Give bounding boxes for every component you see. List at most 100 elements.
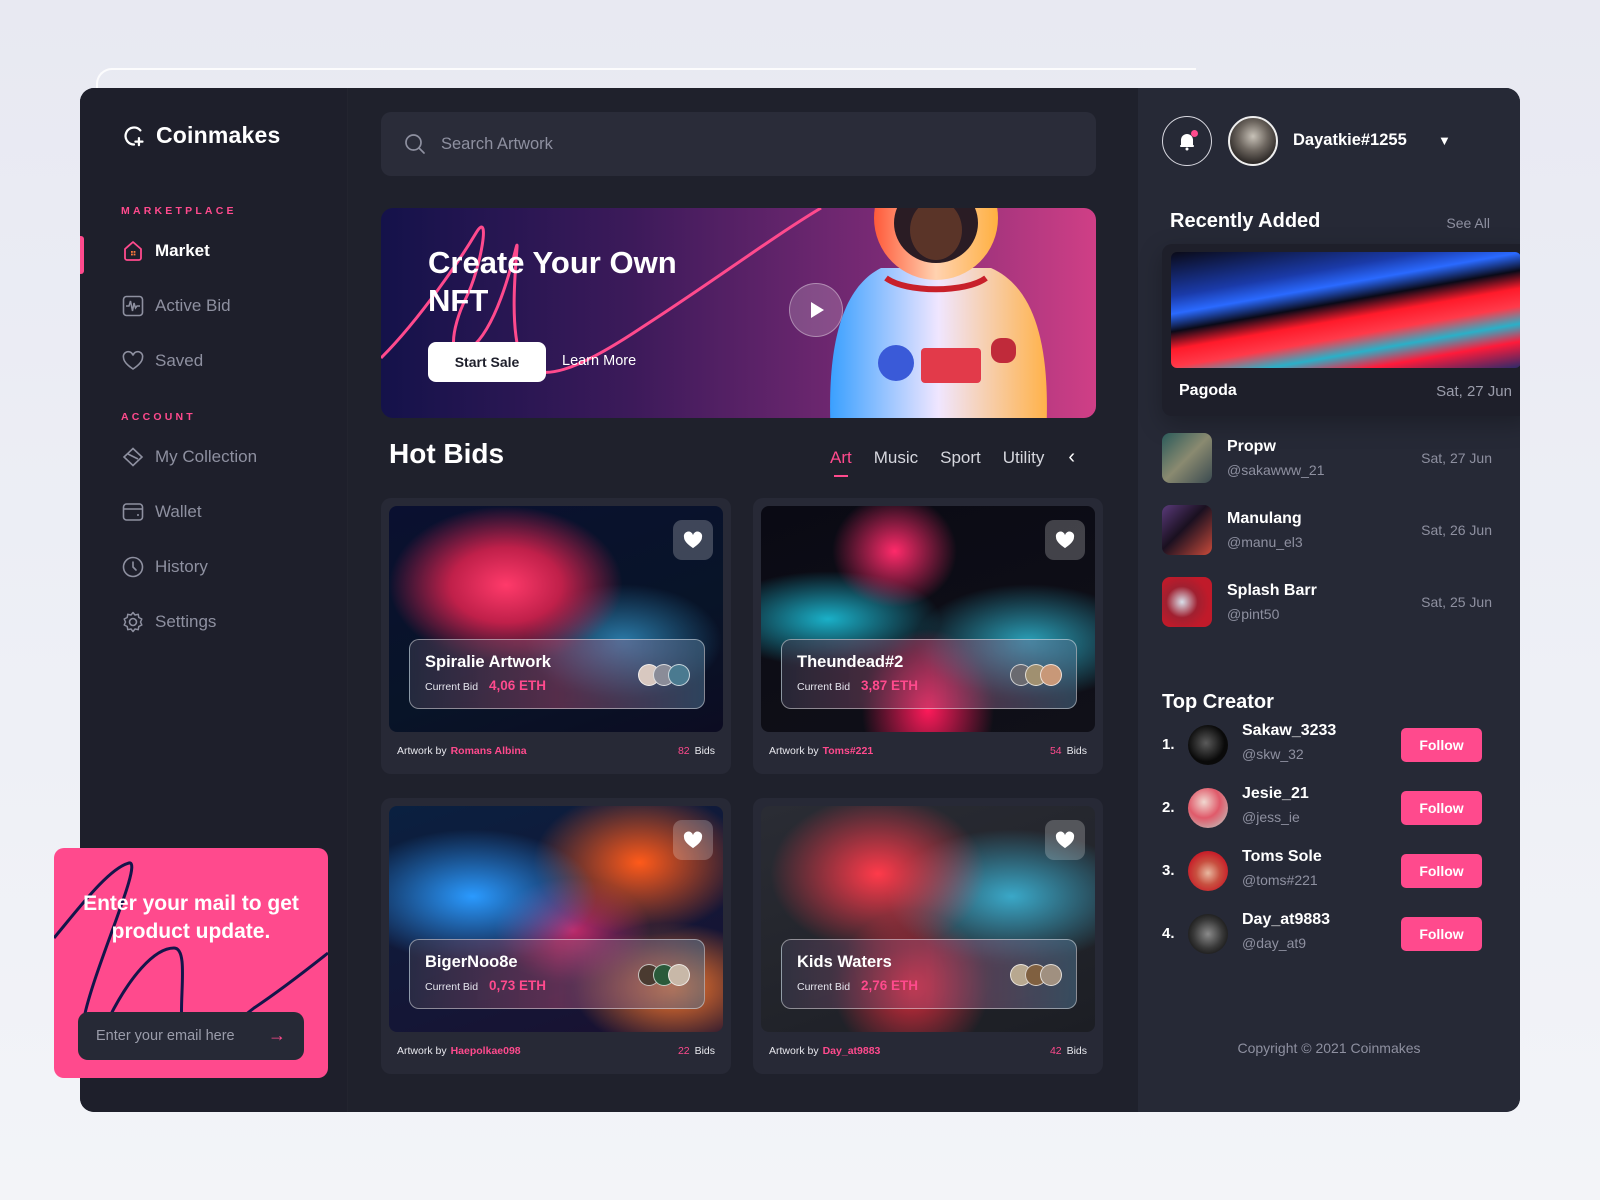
user-name[interactable]: Dayatkie#1255 (1293, 131, 1407, 150)
see-all-link[interactable]: See All (1446, 215, 1490, 231)
nft-card[interactable]: Theundead#2 Current Bid 3,87 ETH Artwork… (753, 498, 1103, 774)
follow-button[interactable]: Follow (1401, 917, 1482, 951)
sidebar-item-label: Active Bid (155, 296, 231, 315)
bid-count-value: 42 (1049, 1045, 1062, 1057)
like-button[interactable] (1045, 520, 1085, 560)
sidebar-item-market[interactable]: Market (121, 236, 210, 266)
creator-avatar[interactable] (1188, 725, 1228, 765)
creator-handle: @day_at9 (1242, 935, 1307, 951)
follow-button[interactable]: Follow (1401, 791, 1482, 825)
nft-card[interactable]: Spiralie Artwork Current Bid 4,06 ETH Ar… (381, 498, 731, 774)
category-tabs: Art Music Sport Utility ‹ (830, 446, 1075, 477)
creator-name[interactable]: Sakaw_3233 (1242, 722, 1336, 740)
artist-credit: Artwork by Haepolkae098 (397, 1045, 521, 1057)
sidebar-item-active-bid[interactable]: Active Bid (121, 291, 231, 321)
featured-artwork-image (1171, 252, 1520, 368)
creator-name[interactable]: Day_at9883 (1242, 911, 1330, 929)
added-date: Sat, 27 Jun (1421, 450, 1492, 466)
artist-credit: Artwork by Toms#221 (769, 745, 873, 757)
tab-sport[interactable]: Sport (940, 448, 981, 468)
tab-art[interactable]: Art (830, 448, 852, 477)
avatar (668, 664, 690, 686)
creator-avatar[interactable] (1188, 914, 1228, 954)
sidebar-item-my-collection[interactable]: My Collection (121, 442, 257, 472)
logo[interactable]: Coinmakes (122, 122, 281, 149)
sidebar-item-label: Settings (155, 612, 217, 631)
current-bid-label: Current Bid (797, 681, 851, 693)
artwork-name: Manulang (1227, 510, 1302, 527)
active-indicator (80, 236, 84, 274)
bid-count: 82 Bids (678, 745, 715, 757)
notification-button[interactable] (1162, 116, 1212, 166)
arrow-right-icon[interactable]: → (268, 1025, 286, 1046)
heart-icon (683, 831, 703, 849)
artwork-thumbnail (1162, 433, 1212, 483)
current-bid-value: 3,87 ETH (861, 678, 919, 693)
artwork-thumbnail (1162, 505, 1212, 555)
creator-name[interactable]: Jesie_21 (1242, 785, 1309, 803)
artist-link[interactable]: Toms#221 (823, 745, 874, 757)
nft-card[interactable]: BigerNoo8e Current Bid 0,73 ETH Artwork … (381, 798, 731, 1074)
sidebar-item-saved[interactable]: Saved (121, 346, 203, 376)
featured-artwork-card[interactable]: Pagoda Sat, 27 Jun (1162, 244, 1520, 416)
search-bar[interactable] (381, 112, 1096, 176)
artwork-name: Theundead#2 (797, 653, 904, 671)
start-sale-button[interactable]: Start Sale (428, 342, 546, 382)
current-bid-value: 2,76 ETH (861, 978, 919, 993)
bids-label: Bids (694, 1045, 715, 1057)
like-button[interactable] (673, 820, 713, 860)
current-bid-value: 0,73 ETH (489, 978, 547, 993)
heart-icon (1055, 531, 1075, 549)
email-field[interactable]: → (78, 1012, 304, 1060)
list-item[interactable]: Propw @sakawww_21 Sat, 27 Jun (1162, 433, 1492, 485)
current-bid-label: Current Bid (797, 981, 851, 993)
follow-button[interactable]: Follow (1401, 854, 1482, 888)
home-icon (124, 241, 142, 261)
creator-avatar[interactable] (1188, 788, 1228, 828)
artwork-name: Propw (1227, 438, 1276, 455)
notification-dot (1191, 130, 1198, 137)
user-avatar[interactable] (1228, 116, 1278, 166)
clock-icon (122, 556, 144, 578)
email-input[interactable] (96, 1028, 256, 1044)
list-item[interactable]: Splash Barr @pint50 Sat, 25 Jun (1162, 577, 1492, 629)
sidebar-item-settings[interactable]: Settings (121, 607, 216, 637)
featured-artwork-date: Sat, 27 Jun (1436, 383, 1512, 400)
creator-name[interactable]: Toms Sole (1242, 848, 1322, 866)
artist-handle: @pint50 (1227, 606, 1280, 622)
sidebar-item-label: Market (155, 241, 210, 260)
creator-rank: 2. (1162, 799, 1175, 816)
tab-utility[interactable]: Utility (1003, 448, 1045, 468)
creator-avatar[interactable] (1188, 851, 1228, 891)
current-bid-label: Current Bid (425, 981, 479, 993)
tab-music[interactable]: Music (874, 448, 918, 468)
artist-link[interactable]: Romans Albina (451, 745, 527, 757)
like-button[interactable] (673, 520, 713, 560)
bid-info-panel: Kids Waters Current Bid 2,76 ETH (781, 939, 1077, 1009)
artist-link[interactable]: Haepolkae098 (451, 1045, 521, 1057)
added-date: Sat, 25 Jun (1421, 594, 1492, 610)
sidebar-item-wallet[interactable]: Wallet (121, 497, 202, 527)
play-icon (811, 302, 824, 318)
list-item[interactable]: Manulang @manu_el3 Sat, 26 Jun (1162, 505, 1492, 557)
like-button[interactable] (1045, 820, 1085, 860)
nft-card[interactable]: Kids Waters Current Bid 2,76 ETH Artwork… (753, 798, 1103, 1074)
main-content: Create Your Own NFT Start Sale Learn Mor… (348, 88, 1138, 1112)
sidebar-item-history[interactable]: History (121, 552, 208, 582)
activity-icon (122, 295, 144, 317)
avatar (668, 964, 690, 986)
caret-down-icon[interactable]: ▼ (1438, 133, 1451, 148)
artist-credit: Artwork by Day_at9883 (769, 1045, 880, 1057)
sidebar-item-label: Saved (155, 351, 204, 370)
search-input[interactable] (441, 134, 941, 154)
creator-row: 1. Sakaw_3233 @skw_32 Follow (1162, 722, 1482, 766)
recently-added-title: Recently Added (1170, 210, 1321, 232)
hero-title: Create Your Own NFT (428, 245, 677, 318)
chevron-left-icon[interactable]: ‹ (1068, 446, 1075, 469)
bid-count: 42 Bids (1050, 1045, 1087, 1057)
play-video-button[interactable] (789, 283, 843, 337)
artist-link[interactable]: Day_at9883 (823, 1045, 881, 1057)
learn-more-button[interactable]: Learn More (562, 353, 636, 369)
avatar (1040, 964, 1062, 986)
follow-button[interactable]: Follow (1401, 728, 1482, 762)
